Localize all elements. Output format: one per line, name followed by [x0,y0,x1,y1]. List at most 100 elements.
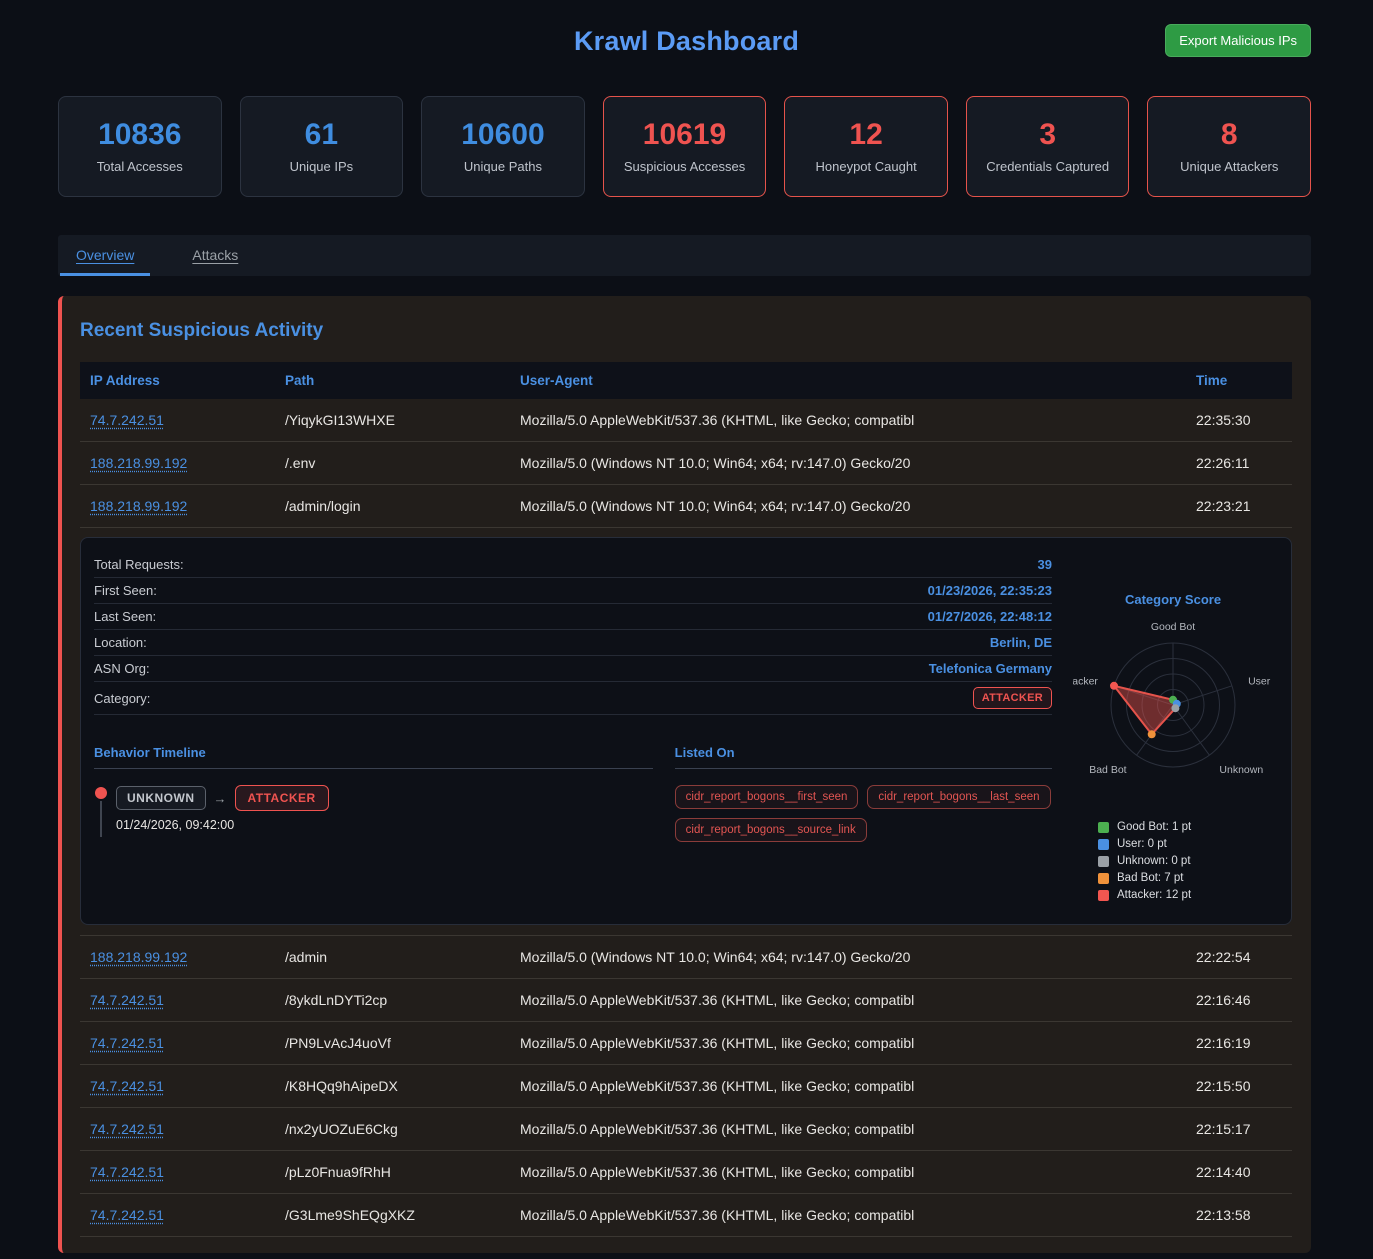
stat-value: 3 [967,118,1129,151]
ip-link[interactable]: 74.7.242.51 [90,1035,164,1051]
arrow-right-icon: → [214,791,227,806]
field-label: ASN Org: [94,661,150,676]
path-cell: /nx2yUOZuE6Ckg [275,1108,510,1150]
stat-value: 10836 [59,118,221,151]
user-agent-cell: Mozilla/5.0 (Windows NT 10.0; Win64; x64… [510,485,1186,527]
detail-sections-row: Behavior Timeline UNKNOWN → [94,745,1052,842]
svg-text:Unknown: Unknown [1219,764,1263,776]
category-score-section: Category Score Good BotUserUnknownBad Bo… [1068,552,1278,906]
ip-detail-row: Total Requests: 39 First Seen: 01/23/202… [80,528,1292,936]
stat-label: Total Accesses [59,159,221,174]
behavior-timeline-section: Behavior Timeline UNKNOWN → [94,745,653,842]
table-row[interactable]: 74.7.242.51 /K8HQq9hAipeDX Mozilla/5.0 A… [80,1065,1292,1108]
table-row[interactable]: 74.7.242.51 /pLz0Fnua9fRhH Mozilla/5.0 A… [80,1151,1292,1194]
table-row[interactable]: 74.7.242.51 /8ykdLnDYTi2cp Mozilla/5.0 A… [80,979,1292,1022]
ip-link[interactable]: 74.7.242.51 [90,1078,164,1094]
time-cell: 22:16:19 [1186,1022,1292,1064]
stat-card-unique-attackers: 8 Unique Attackers [1147,96,1311,197]
stat-value: 12 [785,118,947,151]
path-cell: /pLz0Fnua9fRhH [275,1151,510,1193]
field-row-category: Category: ATTACKER [94,682,1052,715]
user-agent-cell: Mozilla/5.0 AppleWebKit/537.36 (KHTML, l… [510,1065,1186,1107]
legend-swatch-icon [1098,856,1109,867]
table-header-row: IP Address Path User-Agent Time [80,362,1292,399]
column-header-path: Path [275,362,510,399]
listed-on-section: Listed On cidr_report_bogons__first_seen… [675,745,1052,842]
legend-swatch-icon [1098,822,1109,833]
ip-link[interactable]: 74.7.242.51 [90,1121,164,1137]
category-badge: ATTACKER [973,687,1052,709]
field-value: 01/27/2026, 22:48:12 [928,609,1052,624]
time-cell: 22:35:30 [1186,399,1292,441]
table-row[interactable]: 74.7.242.51 /PN9LvAcJ4uoVf Mozilla/5.0 A… [80,1022,1292,1065]
tab-overview[interactable]: Overview [60,235,150,276]
stat-card-unique-paths: 10600 Unique Paths [421,96,585,197]
legend-item-attacker: Attacker: 12 pt [1098,889,1278,901]
stat-value: 8 [1148,118,1310,151]
listed-on-badge[interactable]: cidr_report_bogons__last_seen [867,785,1050,809]
time-cell: 22:15:50 [1186,1065,1292,1107]
ip-link[interactable]: 188.218.99.192 [90,455,187,471]
stat-value: 61 [241,118,403,151]
table-row[interactable]: 74.7.242.51 /G3Lme9ShEQgXKZ Mozilla/5.0 … [80,1194,1292,1237]
stat-value: 10600 [422,118,584,151]
export-malicious-ips-button[interactable]: Export Malicious IPs [1165,24,1311,57]
timeline-timestamp: 01/24/2026, 09:42:00 [116,818,329,832]
field-value: 39 [1038,557,1052,572]
timeline-line [100,801,102,837]
ip-link[interactable]: 188.218.99.192 [90,949,187,965]
ip-link[interactable]: 74.7.242.51 [90,1207,164,1223]
field-row-last-seen: Last Seen: 01/27/2026, 22:48:12 [94,604,1052,630]
tab-bar: Overview Attacks [58,235,1311,276]
column-header-user-agent: User-Agent [510,362,1186,399]
ip-link[interactable]: 188.218.99.192 [90,498,187,514]
stat-card-total-accesses: 10836 Total Accesses [58,96,222,197]
legend-swatch-icon [1098,890,1109,901]
listed-on-badge[interactable]: cidr_report_bogons__first_seen [675,785,859,809]
table-row[interactable]: 188.218.99.192 /admin Mozilla/5.0 (Windo… [80,936,1292,979]
tab-attacks[interactable]: Attacks [176,235,254,276]
path-cell: /PN9LvAcJ4uoVf [275,1022,510,1064]
legend-item-user: User: 0 pt [1098,838,1278,850]
field-label: First Seen: [94,583,157,598]
path-cell: /K8HQq9hAipeDX [275,1065,510,1107]
table-row[interactable]: 188.218.99.192 /admin/login Mozilla/5.0 … [80,485,1292,528]
listed-on-badges: cidr_report_bogons__first_seen cidr_repo… [675,785,1052,842]
stat-card-suspicious-accesses: 10619 Suspicious Accesses [603,96,767,197]
svg-text:User: User [1248,676,1271,688]
ip-link[interactable]: 74.7.242.51 [90,412,164,428]
ip-link[interactable]: 74.7.242.51 [90,992,164,1008]
category-from-badge: UNKNOWN [116,786,206,810]
user-agent-cell: Mozilla/5.0 (Windows NT 10.0; Win64; x64… [510,936,1186,978]
field-label: Total Requests: [94,557,184,572]
listed-on-badge[interactable]: cidr_report_bogons__source_link [675,818,867,842]
field-row-asn-org: ASN Org: Telefonica Germany [94,656,1052,682]
table-row[interactable]: 188.218.99.192 /.env Mozilla/5.0 (Window… [80,442,1292,485]
svg-text:Attacker: Attacker [1073,676,1098,688]
user-agent-cell: Mozilla/5.0 AppleWebKit/537.36 (KHTML, l… [510,399,1186,441]
suspicious-activity-table: IP Address Path User-Agent Time 74.7.242… [80,362,1292,1237]
path-cell: /.env [275,442,510,484]
user-agent-cell: Mozilla/5.0 AppleWebKit/537.36 (KHTML, l… [510,1022,1186,1064]
legend-item-unknown: Unknown: 0 pt [1098,855,1278,867]
field-label: Category: [94,691,150,706]
table-row[interactable]: 74.7.242.51 /YiqykGI13WHXE Mozilla/5.0 A… [80,399,1292,442]
user-agent-cell: Mozilla/5.0 AppleWebKit/537.36 (KHTML, l… [510,1108,1186,1150]
time-cell: 22:26:11 [1186,442,1292,484]
field-row-first-seen: First Seen: 01/23/2026, 22:35:23 [94,578,1052,604]
stat-label: Unique Attackers [1148,159,1310,174]
radar-chart-title: Category Score [1068,592,1278,607]
ip-link[interactable]: 74.7.242.51 [90,1164,164,1180]
time-cell: 22:15:17 [1186,1108,1292,1150]
timeline-dot-icon [95,787,107,799]
field-label: Last Seen: [94,609,156,624]
path-cell: /admin/login [275,485,510,527]
legend-item-good-bot: Good Bot: 1 pt [1098,821,1278,833]
table-row[interactable]: 74.7.242.51 /nx2yUOZuE6Ckg Mozilla/5.0 A… [80,1108,1292,1151]
time-cell: 22:22:54 [1186,936,1292,978]
field-value: Berlin, DE [990,635,1052,650]
field-value: Telefonica Germany [929,661,1052,676]
recent-suspicious-activity-panel: Recent Suspicious Activity IP Address Pa… [58,296,1311,1253]
path-cell: /8ykdLnDYTi2cp [275,979,510,1021]
ip-detail-panel: Total Requests: 39 First Seen: 01/23/202… [80,537,1292,925]
